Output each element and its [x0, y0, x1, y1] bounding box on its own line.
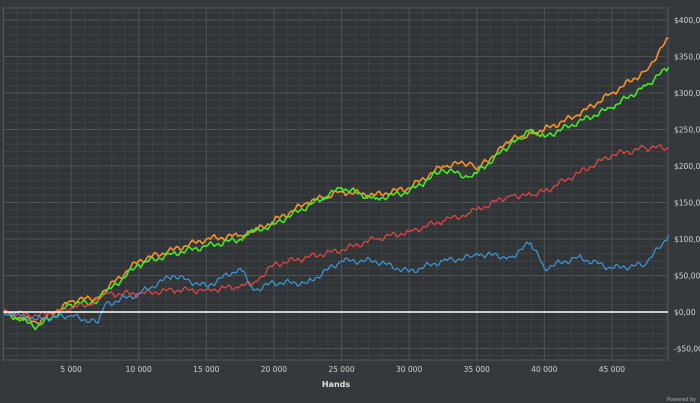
y-tick-label: $0,00: [674, 308, 696, 317]
line-chart: -$50,00 $0,00 $50,00 $100,00 $150,00 $200,00 $…: [2, 7, 700, 389]
x-tick-label: 15 000: [193, 365, 219, 374]
y-tick-label: $250,00: [674, 126, 700, 135]
y-tick-label: $100,00: [674, 235, 700, 244]
x-tick-label: 40 000: [531, 365, 557, 374]
y-tick-label: $300,00: [674, 89, 700, 98]
plot-area: [3, 7, 669, 361]
x-tick-label: 45 000: [599, 365, 625, 374]
x-tick-label: 5 000: [60, 365, 82, 374]
y-tick-label: -$50,00: [674, 345, 700, 354]
y-tick-label: $200,00: [674, 162, 700, 171]
y-tick-label: $50,00: [674, 272, 700, 281]
y-tick-label: $150,00: [674, 199, 700, 208]
chart: -$50,00 $0,00 $50,00 $100,00 $150,00 $200,00 $…: [0, 0, 700, 403]
x-tick-label: 35 000: [464, 365, 490, 374]
x-tick-label: 25 000: [328, 365, 354, 374]
y-tick-label: $350,00: [674, 53, 700, 62]
x-tick-label: 20 000: [261, 365, 287, 374]
x-tick-label: 30 000: [396, 365, 422, 374]
y-tick-label: $400,00: [674, 16, 700, 25]
x-axis-label: Hands: [322, 380, 351, 389]
x-tick-label: 10 000: [126, 365, 152, 374]
powered-by-text: Powered by: [667, 397, 696, 403]
